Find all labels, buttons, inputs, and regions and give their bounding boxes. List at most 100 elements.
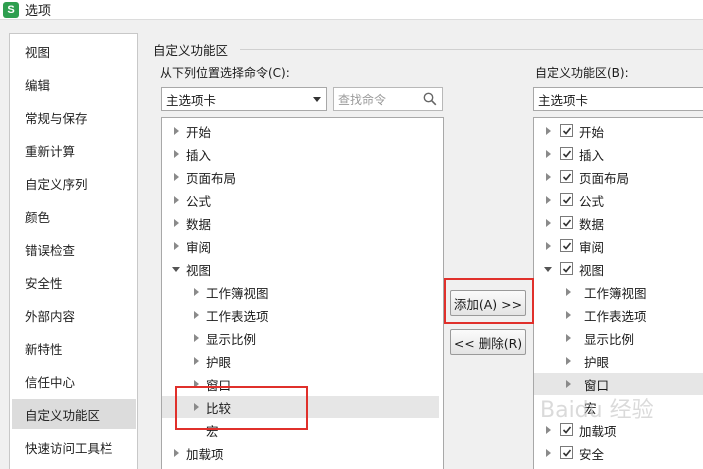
left-tree-item[interactable]: 开始 — [162, 120, 439, 142]
tree-item-label: 审阅 — [579, 239, 605, 255]
left-tree-item[interactable]: 审阅 — [162, 235, 439, 257]
tree-toggle-glyph — [173, 449, 179, 457]
title-bar: S 选项 — [0, 0, 703, 20]
collapse-arrow-icon[interactable] — [543, 235, 553, 257]
tree-item-label: 插入 — [186, 147, 212, 163]
collapse-arrow-icon[interactable] — [171, 235, 181, 257]
check-icon — [562, 218, 571, 227]
collapse-arrow-icon[interactable] — [171, 166, 181, 188]
tab-checkbox[interactable] — [560, 216, 573, 229]
tree-toggle-glyph — [565, 288, 571, 296]
expand-arrow-icon[interactable] — [543, 258, 553, 280]
right-tree-item[interactable]: 显示比例 — [534, 327, 703, 349]
left-tree-item[interactable]: 数据 — [162, 212, 439, 234]
sidebar-item[interactable]: 颜色 — [12, 201, 136, 231]
sidebar-item[interactable]: 安全性 — [12, 267, 136, 297]
left-tree-item[interactable]: 插入 — [162, 143, 439, 165]
collapse-arrow-icon[interactable] — [171, 212, 181, 234]
sidebar-item[interactable]: 常规与保存 — [12, 102, 136, 132]
left-tree-item[interactable]: 加载项 — [162, 442, 439, 464]
tree-toggle-glyph — [545, 449, 551, 457]
tab-checkbox[interactable] — [560, 193, 573, 206]
collapse-arrow-icon[interactable] — [543, 166, 553, 188]
collapse-arrow-icon[interactable] — [563, 327, 573, 349]
ribbon-tabs-select[interactable]: 主选项卡 — [533, 87, 703, 111]
right-tree-item[interactable]: 开始 — [534, 120, 703, 142]
collapse-arrow-icon[interactable] — [171, 120, 181, 142]
tab-checkbox[interactable] — [560, 124, 573, 137]
sidebar-item[interactable]: 自定义功能区 — [12, 399, 136, 429]
tree-item-label: 视图 — [186, 262, 212, 278]
left-tree-item[interactable]: 工作表选项 — [162, 304, 439, 326]
right-tree-item[interactable]: 工作表选项 — [534, 304, 703, 326]
left-tree-item[interactable]: 公式 — [162, 189, 439, 211]
right-tree-item[interactable]: 视图 — [534, 258, 703, 280]
search-icon[interactable] — [423, 92, 437, 106]
tree-item-label: 显示比例 — [206, 331, 257, 347]
window-title: 选项 — [25, 4, 52, 19]
collapse-arrow-icon[interactable] — [171, 143, 181, 165]
tab-checkbox[interactable] — [560, 446, 573, 459]
collapse-arrow-icon[interactable] — [191, 304, 201, 326]
right-tree-item[interactable]: 公式 — [534, 189, 703, 211]
collapse-arrow-icon[interactable] — [171, 442, 181, 464]
tab-checkbox[interactable] — [560, 239, 573, 252]
collapse-arrow-icon[interactable] — [563, 350, 573, 372]
collapse-arrow-icon[interactable] — [191, 281, 201, 303]
collapse-arrow-icon[interactable] — [543, 143, 553, 165]
collapse-arrow-icon[interactable] — [543, 189, 553, 211]
sidebar-item[interactable]: 编辑 — [12, 69, 136, 99]
left-tree-item[interactable]: 页面布局 — [162, 166, 439, 188]
expand-arrow-icon[interactable] — [171, 258, 181, 280]
tab-checkbox[interactable] — [560, 170, 573, 183]
sidebar-item[interactable]: 新特性 — [12, 333, 136, 363]
collapse-arrow-icon[interactable] — [563, 304, 573, 326]
right-tree-item[interactable]: 审阅 — [534, 235, 703, 257]
group-divider — [240, 49, 703, 50]
collapse-arrow-icon[interactable] — [191, 327, 201, 349]
sidebar-item[interactable]: 快速访问工具栏 — [12, 432, 136, 462]
search-input[interactable]: 查找命令 — [333, 87, 443, 111]
remove-button[interactable]: << 删除(R) — [450, 329, 526, 355]
check-icon — [562, 126, 571, 135]
sidebar-item[interactable]: 错误检查 — [12, 234, 136, 264]
sidebar-item[interactable]: 自定义序列 — [12, 168, 136, 198]
tab-checkbox[interactable] — [560, 423, 573, 436]
left-tree-item[interactable]: 工作簿视图 — [162, 281, 439, 303]
sidebar: 视图 编辑 常规与保存 重新计算 自定义序列 颜色 错误检查 安全性 外部内容 新特性 信任中心 自定… — [9, 33, 138, 469]
collapse-arrow-icon[interactable] — [543, 442, 553, 464]
tree-toggle-glyph — [193, 334, 199, 342]
sidebar-item[interactable]: 重新计算 — [12, 135, 136, 165]
tree-toggle-glyph — [544, 266, 552, 272]
check-icon — [562, 195, 571, 204]
watermark: Baidu 经验 — [540, 398, 654, 423]
tab-checkbox[interactable] — [560, 262, 573, 275]
tab-checkbox[interactable] — [560, 147, 573, 160]
right-tree-item[interactable]: 护眼 — [534, 350, 703, 372]
left-tree-item[interactable]: 显示比例 — [162, 327, 439, 349]
collapse-arrow-icon[interactable] — [563, 281, 573, 303]
check-icon — [562, 425, 571, 434]
check-icon — [562, 149, 571, 158]
collapse-arrow-icon[interactable] — [543, 120, 553, 142]
collapse-arrow-icon[interactable] — [171, 189, 181, 211]
tree-toggle-glyph — [565, 311, 571, 319]
right-tree-item[interactable]: 插入 — [534, 143, 703, 165]
tree-item-label: 加载项 — [186, 446, 224, 462]
customize-ribbon-label: 自定义功能区(B): — [535, 66, 629, 80]
right-tree-item[interactable]: 安全 — [534, 442, 703, 464]
collapse-arrow-icon[interactable] — [191, 350, 201, 372]
right-tree-item[interactable]: 工作簿视图 — [534, 281, 703, 303]
sidebar-item[interactable]: 信任中心 — [12, 366, 136, 396]
tree-toggle-glyph — [173, 196, 179, 204]
tree-item-label: 护眼 — [584, 354, 610, 370]
tree-item-label: 开始 — [579, 124, 605, 140]
sidebar-item[interactable]: 外部内容 — [12, 300, 136, 330]
left-tree-item[interactable]: 护眼 — [162, 350, 439, 372]
sidebar-item[interactable]: 视图 — [12, 36, 136, 66]
right-tree-item[interactable]: 数据 — [534, 212, 703, 234]
collapse-arrow-icon[interactable] — [543, 212, 553, 234]
left-tree-item[interactable]: 视图 — [162, 258, 439, 280]
right-tree-item[interactable]: 页面布局 — [534, 166, 703, 188]
command-source-select[interactable]: 主选项卡 — [161, 87, 327, 111]
